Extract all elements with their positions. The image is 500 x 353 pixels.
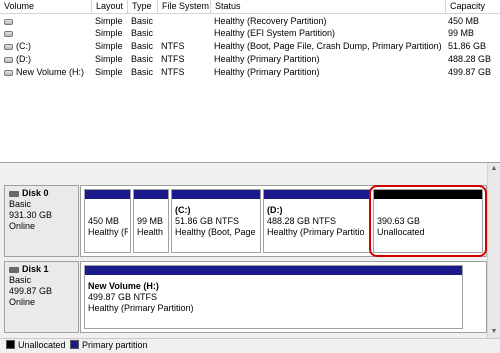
volume-type: Basic <box>131 16 154 26</box>
volume-row[interactable]: New Volume (H:) Simple Basic NTFS Health… <box>0 66 500 78</box>
partition-size: 488.28 GB NTFS <box>267 216 337 226</box>
volume-name: (D:) <box>0 53 92 65</box>
volume-fs <box>158 27 211 39</box>
unallocated-swatch <box>6 340 15 349</box>
volume-layout: Simple <box>95 54 123 64</box>
partition-recovery[interactable]: 450 MB Healthy (R <box>84 189 131 253</box>
partition-status: Healthy (R <box>88 227 128 237</box>
volume-layout: Simple <box>95 67 123 77</box>
column-filesystem[interactable]: File System <box>158 0 211 13</box>
drive-icon <box>4 18 13 25</box>
volume-name: New Volume (H:) <box>0 66 92 78</box>
volume-layout: Simple <box>95 16 123 26</box>
volume-list-header: Volume Layout Type File System Status Ca… <box>0 0 500 14</box>
disk-kind: Basic <box>9 275 32 285</box>
legend-primary: Primary partition <box>70 339 148 352</box>
partition-bar <box>85 266 462 275</box>
partition-size: 51.86 GB NTFS <box>175 216 240 226</box>
volume-type: Basic <box>131 41 154 51</box>
partition-bar <box>264 190 370 199</box>
disk-icon <box>9 190 19 197</box>
legend: Unallocated Primary partition <box>0 338 500 353</box>
volume-name <box>0 15 92 27</box>
column-volume[interactable]: Volume <box>0 0 92 13</box>
disk-kind: Basic <box>9 199 32 209</box>
volume-row[interactable]: Simple Basic Healthy (Recovery Partition… <box>0 15 500 27</box>
disk-icon <box>9 266 19 273</box>
volume-fs: NTFS <box>161 41 185 51</box>
partition-status: Healthy (Boot, Page <box>175 227 256 237</box>
volume-capacity: 488.28 GB <box>448 54 492 64</box>
drive-icon <box>4 56 13 63</box>
partition-bar <box>134 190 168 199</box>
volume-status: Healthy (Primary Partition) <box>214 67 320 77</box>
partition-size: 450 MB <box>88 216 120 226</box>
volume-status: Healthy (Recovery Partition) <box>214 16 327 26</box>
column-status[interactable]: Status <box>211 0 446 13</box>
volume-capacity: 99 MB <box>448 28 475 38</box>
volume-type: Basic <box>131 54 154 64</box>
volume-status: Healthy (EFI System Partition) <box>214 28 336 38</box>
partition-name: (C:) <box>175 205 191 215</box>
volume-row[interactable]: (C:) Simple Basic NTFS Healthy (Boot, Pa… <box>0 40 500 52</box>
partition-d[interactable]: (D:) 488.28 GB NTFS Healthy (Primary Par… <box>263 189 371 253</box>
column-type[interactable]: Type <box>128 0 158 13</box>
volume-row[interactable]: (D:) Simple Basic NTFS Healthy (Primary … <box>0 53 500 65</box>
column-layout[interactable]: Layout <box>92 0 128 13</box>
partition-status: Healthy (Primary Partitio <box>267 227 365 237</box>
volume-capacity: 450 MB <box>448 16 480 26</box>
volume-capacity: 51.86 GB <box>448 41 487 51</box>
primary-swatch <box>70 340 79 349</box>
volume-capacity: 499.87 GB <box>448 67 492 77</box>
highlight-circle <box>369 185 487 257</box>
disk-1-map: New Volume (H:) 499.87 GB NTFS Healthy (… <box>80 261 487 333</box>
disk-size: 499.87 GB <box>9 286 53 296</box>
vertical-scrollbar[interactable]: ▲ ▼ <box>487 163 500 338</box>
volume-layout: Simple <box>95 41 123 51</box>
partition-size: 499.87 GB NTFS <box>88 292 158 302</box>
drive-icon <box>4 43 13 50</box>
volume-row[interactable]: Simple Basic Healthy (EFI System Partiti… <box>0 27 500 39</box>
volume-name: (C:) <box>0 40 92 52</box>
volume-fs: NTFS <box>161 67 185 77</box>
drive-icon <box>4 30 13 37</box>
disk-0-label[interactable]: Disk 0 Basic 931.30 GB Online <box>4 185 79 257</box>
volume-status: Healthy (Primary Partition) <box>214 54 320 64</box>
partition-name: (D:) <box>267 205 283 215</box>
volume-list: Volume Layout Type File System Status Ca… <box>0 0 500 163</box>
partition-size: 99 MB <box>137 216 164 226</box>
drive-icon <box>4 69 13 76</box>
disk-state: Online <box>9 297 36 307</box>
partition-h[interactable]: New Volume (H:) 499.87 GB NTFS Healthy (… <box>84 265 463 329</box>
disk-title: Disk 0 <box>9 188 74 199</box>
volume-type: Basic <box>131 67 154 77</box>
partition-bar <box>85 190 130 199</box>
volume-layout: Simple <box>95 28 123 38</box>
scroll-down-icon[interactable]: ▼ <box>488 326 500 338</box>
scroll-up-icon[interactable]: ▲ <box>488 163 500 175</box>
disk-map-pane: Disk 0 Basic 931.30 GB Online 450 MB Hea… <box>0 163 500 338</box>
disk-state: Online <box>9 221 36 231</box>
partition-status: Health <box>137 227 164 237</box>
disk-size: 931.30 GB <box>9 210 53 220</box>
partition-status: Healthy (Primary Partition) <box>88 303 194 313</box>
partition-bar <box>172 190 260 199</box>
disk-title: Disk 1 <box>9 264 74 275</box>
volume-type: Basic <box>131 28 154 38</box>
volume-status: Healthy (Boot, Page File, Crash Dump, Pr… <box>214 41 442 51</box>
column-capacity[interactable]: Capacity <box>446 0 500 13</box>
partition-c[interactable]: (C:) 51.86 GB NTFS Healthy (Boot, Page <box>171 189 261 253</box>
partition-efi[interactable]: 99 MB Health <box>133 189 169 253</box>
volume-fs: NTFS <box>161 54 185 64</box>
volume-fs <box>158 15 211 27</box>
partition-name: New Volume (H:) <box>88 281 159 291</box>
volume-name <box>0 27 92 39</box>
legend-unallocated: Unallocated <box>6 339 66 352</box>
disk-1-label[interactable]: Disk 1 Basic 499.87 GB Online <box>4 261 79 333</box>
